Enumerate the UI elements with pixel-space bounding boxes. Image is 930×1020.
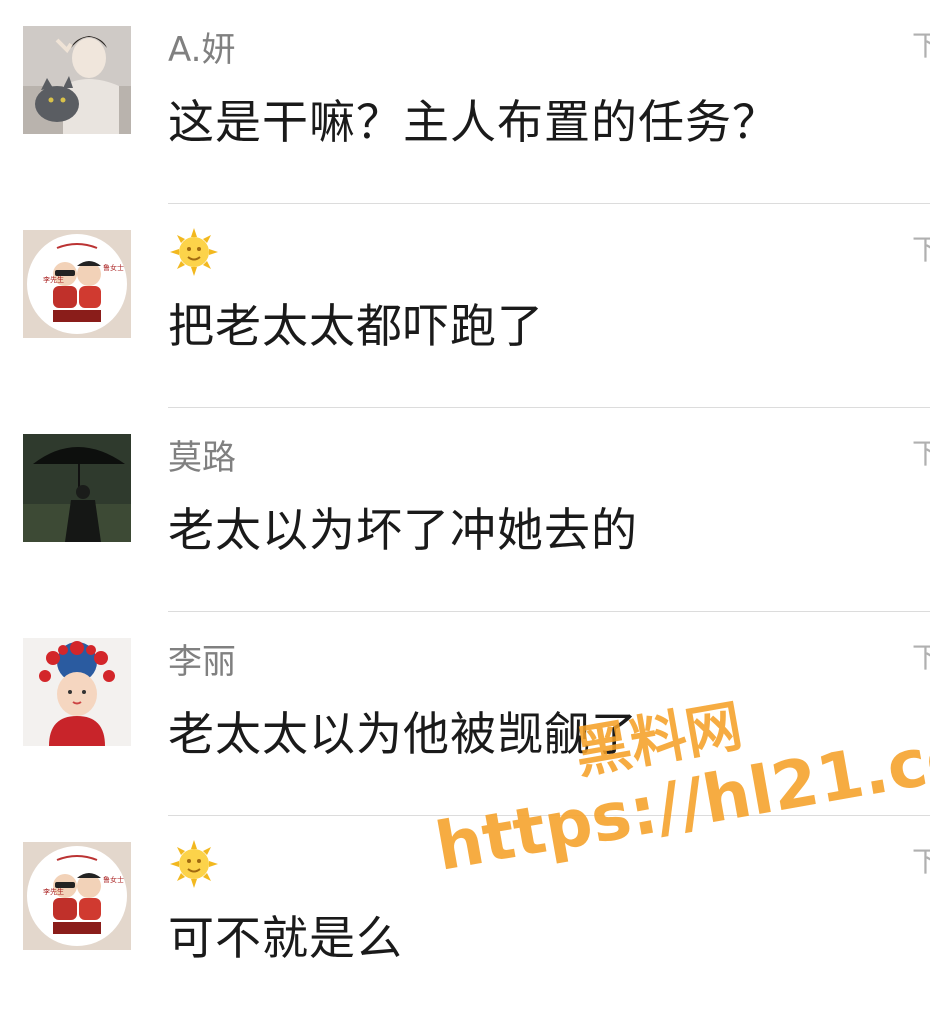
more-options-icon[interactable]: 下 — [912, 636, 930, 676]
comment-item[interactable]: A.妍 这是干嘛？主人布置的任务？ 下 — [0, 0, 930, 204]
user-avatar[interactable] — [23, 26, 131, 134]
comment-text: 老太以为坏了冲她去的 — [168, 503, 638, 557]
user-avatar[interactable] — [23, 434, 131, 542]
user-avatar[interactable]: 李先生 鲁女士 — [23, 230, 131, 338]
comment-text: 把老太太都吓跑了 — [168, 299, 544, 353]
more-options-icon[interactable]: 下 — [912, 228, 930, 268]
comment-item[interactable]: 李先生 鲁女士 可不就是么 下 — [0, 816, 930, 1020]
svg-text:李先生: 李先生 — [43, 887, 64, 896]
user-avatar[interactable]: 李先生 鲁女士 — [23, 842, 131, 950]
svg-text:李先生: 李先生 — [43, 275, 64, 284]
comment-text: 可不就是么 — [168, 911, 403, 965]
svg-text:鲁女士: 鲁女士 — [103, 875, 124, 884]
comment-item[interactable]: 李丽 老太太以为他被觊觎了 下 — [0, 612, 930, 816]
user-avatar[interactable] — [23, 638, 131, 746]
more-options-icon[interactable]: 下 — [912, 24, 930, 64]
comment-nickname[interactable]: 莫路 — [168, 430, 236, 479]
svg-text:鲁女士: 鲁女士 — [103, 263, 124, 272]
sun-with-face-icon[interactable] — [170, 228, 218, 276]
comment-text: 老太太以为他被觊觎了 — [168, 707, 638, 761]
more-options-icon[interactable]: 下 — [912, 432, 930, 472]
comment-text: 这是干嘛？主人布置的任务？ — [168, 95, 779, 149]
comment-item[interactable]: 莫路 老太以为坏了冲她去的 下 — [0, 408, 930, 612]
comment-nickname[interactable]: 李丽 — [168, 634, 236, 683]
more-options-icon[interactable]: 下 — [912, 840, 930, 880]
comment-nickname[interactable]: A.妍 — [168, 22, 235, 71]
sun-with-face-icon[interactable] — [170, 840, 218, 888]
comment-item[interactable]: 李先生 鲁女士 把老太太都吓跑了 下 — [0, 204, 930, 408]
